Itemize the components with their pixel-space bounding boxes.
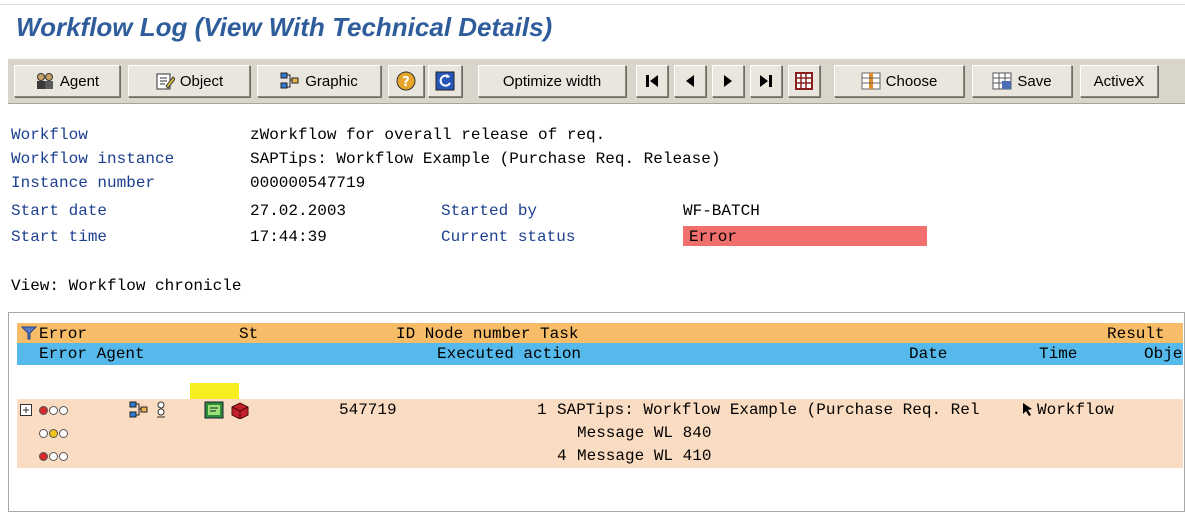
save-icon xyxy=(992,72,1012,90)
row-task: Message WL 840 xyxy=(577,424,712,442)
instance-number-label: Instance number xyxy=(11,174,156,192)
last-page-button[interactable] xyxy=(750,65,782,97)
help-icon: ? xyxy=(396,71,416,91)
graphic-icon xyxy=(280,72,299,89)
start-date-label: Start date xyxy=(11,202,108,220)
application-toolbar: Agent Object Graphic ? Optimize width Ch… xyxy=(8,58,1185,104)
start-time-value: 17:44:39 xyxy=(250,228,327,246)
first-page-icon xyxy=(646,75,658,87)
row-node-number: 4 xyxy=(557,447,567,465)
workflow-instance-value: SAPTips: Workflow Example (Purchase Req.… xyxy=(250,150,721,168)
svg-text:?: ? xyxy=(402,75,410,90)
workitem-icon[interactable] xyxy=(204,401,224,419)
started-by-label: Started by xyxy=(441,202,538,220)
workflow-instance-label: Workflow instance xyxy=(11,150,175,168)
refresh-icon xyxy=(435,71,455,91)
column-id-node-task[interactable]: ID Node number Task xyxy=(396,325,578,343)
column-object[interactable]: Obje xyxy=(1144,345,1182,363)
agent-icon[interactable] xyxy=(154,401,168,419)
start-date-value: 27.02.2003 xyxy=(250,202,347,220)
agent-button[interactable]: Agent xyxy=(14,65,120,97)
last-page-icon xyxy=(760,75,772,87)
agent-icon xyxy=(36,73,53,89)
table-row[interactable]: 4 Message WL 410 xyxy=(17,445,1183,468)
traffic-light-icon xyxy=(39,452,68,461)
column-time[interactable]: Time xyxy=(1039,345,1077,363)
object-button[interactable]: Object xyxy=(128,65,250,97)
prev-page-button[interactable] xyxy=(674,65,706,97)
row-node-number: 1 xyxy=(537,401,547,419)
truncated-text-icon xyxy=(1023,403,1032,416)
row-task: Message WL 410 xyxy=(577,447,712,465)
object-icon xyxy=(156,73,175,90)
column-st[interactable]: St xyxy=(239,325,258,343)
started-by-value: WF-BATCH xyxy=(683,202,760,220)
page-title: Workflow Log (View With Technical Detail… xyxy=(16,12,553,42)
table-header-row-1: Error St ID Node number Task Result xyxy=(17,323,1183,343)
filter-icon[interactable] xyxy=(21,326,37,340)
save-label: Save xyxy=(1017,72,1052,90)
optimize-width-button[interactable]: Optimize width xyxy=(478,65,626,97)
choose-label: Choose xyxy=(885,72,938,90)
instance-number-value: 000000547719 xyxy=(250,174,366,192)
table-header-row-2: Error Agent Executed action Date Time Ob… xyxy=(17,343,1183,365)
column-result[interactable]: Result xyxy=(1107,325,1165,343)
help-button[interactable]: ? xyxy=(388,65,424,97)
workflow-label: Workflow xyxy=(11,126,88,144)
save-button[interactable]: Save xyxy=(972,65,1072,97)
current-status-value: Error xyxy=(689,228,738,246)
agent-label: Agent xyxy=(59,72,100,90)
title-rule xyxy=(0,4,1185,5)
refresh-button[interactable] xyxy=(428,65,462,97)
object-label: Object xyxy=(179,72,224,90)
column-error[interactable]: Error xyxy=(39,325,87,343)
activex-label: ActiveX xyxy=(1093,72,1145,90)
traffic-light-icon xyxy=(39,429,68,438)
current-status-label: Current status xyxy=(441,228,576,246)
table-row[interactable]: Message WL 840 xyxy=(17,422,1183,445)
optimize-width-label: Optimize width xyxy=(502,72,602,90)
view-label: View: Workflow chronicle xyxy=(11,277,242,295)
choose-button[interactable]: Choose xyxy=(834,65,964,97)
graphic-button[interactable]: Graphic xyxy=(257,65,381,97)
prev-page-icon xyxy=(686,75,694,87)
row-result: Workflow xyxy=(1037,401,1114,419)
row-task: SAPTips: Workflow Example (Purchase Req.… xyxy=(557,401,980,419)
grid-icon xyxy=(795,72,813,90)
workflow-chronicle-table: Error St ID Node number Task Result Erro… xyxy=(8,312,1185,512)
layout-button[interactable] xyxy=(788,65,820,97)
row-id: 547719 xyxy=(339,401,397,419)
first-page-button[interactable] xyxy=(636,65,668,97)
column-error-agent[interactable]: Error Agent xyxy=(39,345,145,363)
traffic-light-icon xyxy=(39,406,68,415)
object-icon[interactable] xyxy=(229,401,251,419)
expand-icon[interactable] xyxy=(20,404,32,416)
column-executed-action[interactable]: Executed action xyxy=(437,345,581,363)
table-row[interactable]: 547719 1 SAPTips: Workflow Example (Purc… xyxy=(17,399,1183,422)
graphic-label: Graphic xyxy=(305,72,358,90)
graphic-icon[interactable] xyxy=(129,401,149,419)
activex-button[interactable]: ActiveX xyxy=(1080,65,1158,97)
workflow-value: zWorkflow for overall release of req. xyxy=(250,126,606,144)
next-page-button[interactable] xyxy=(712,65,744,97)
start-time-label: Start time xyxy=(11,228,108,246)
choose-icon xyxy=(861,72,881,90)
next-page-icon xyxy=(724,75,732,87)
column-date[interactable]: Date xyxy=(909,345,947,363)
